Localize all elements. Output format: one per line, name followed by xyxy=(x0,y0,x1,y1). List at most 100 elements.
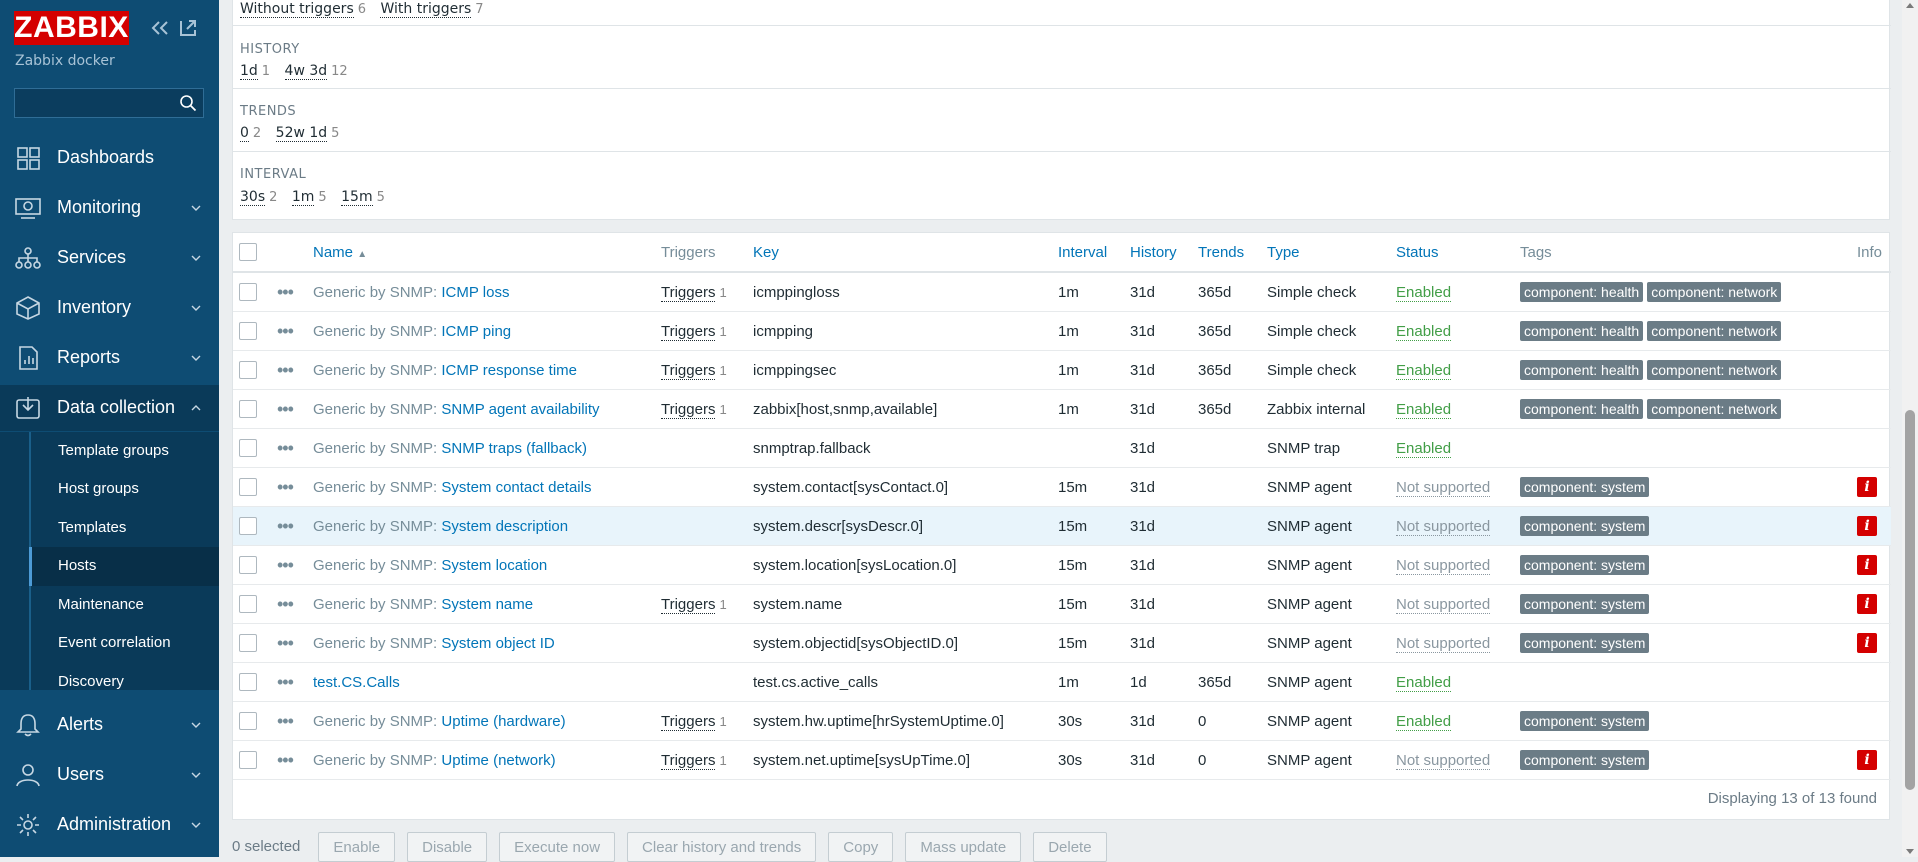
scroll-down-arrow[interactable] xyxy=(1906,849,1914,854)
subfilter-interval-value[interactable]: 15m xyxy=(341,189,373,206)
row-checkbox[interactable] xyxy=(239,322,257,341)
column-header-status[interactable]: Status xyxy=(1390,233,1514,273)
more-options-icon[interactable]: ••• xyxy=(277,282,294,302)
tag-badge[interactable]: component: system xyxy=(1520,594,1650,614)
tag-badge[interactable]: component: health xyxy=(1520,399,1644,419)
search-icon[interactable] xyxy=(179,94,197,112)
submenu-item-hosts[interactable]: Hosts xyxy=(29,547,219,586)
item-name-link[interactable]: ICMP ping xyxy=(441,323,511,340)
more-options-icon[interactable]: ••• xyxy=(277,711,294,731)
clear-history-button[interactable]: Clear history and trends xyxy=(627,832,817,862)
info-icon[interactable]: i xyxy=(1857,516,1877,536)
column-header-trends[interactable]: Trends xyxy=(1192,233,1261,273)
row-checkbox[interactable] xyxy=(239,361,257,380)
tag-badge[interactable]: component: network xyxy=(1647,282,1782,302)
menu-item-dashboards[interactable]: Dashboards xyxy=(0,135,219,181)
status-toggle[interactable]: Not supported xyxy=(1396,478,1491,497)
triggers-link[interactable]: Triggers xyxy=(661,400,716,419)
status-toggle[interactable]: Enabled xyxy=(1396,361,1452,380)
page-scrollbar[interactable] xyxy=(1902,0,1918,857)
subfilter-trends-value[interactable]: 52w 1d xyxy=(275,125,328,142)
template-link[interactable]: Generic by SNMP xyxy=(313,479,433,496)
item-name-link[interactable]: ICMP response time xyxy=(441,362,577,379)
row-checkbox[interactable] xyxy=(239,556,257,575)
triggers-link[interactable]: Triggers xyxy=(661,595,716,614)
triggers-link[interactable]: Triggers xyxy=(661,322,716,341)
enable-button[interactable]: Enable xyxy=(318,832,396,862)
status-toggle[interactable]: Not supported xyxy=(1396,517,1491,536)
row-checkbox[interactable] xyxy=(239,712,257,731)
template-link[interactable]: Generic by SNMP xyxy=(313,752,433,769)
menu-item-inventory[interactable]: Inventory xyxy=(0,285,219,331)
scroll-up-arrow[interactable] xyxy=(1906,3,1914,8)
scrollbar-thumb[interactable] xyxy=(1905,410,1915,790)
status-toggle[interactable]: Not supported xyxy=(1396,556,1491,575)
row-checkbox[interactable] xyxy=(239,751,257,770)
info-icon[interactable]: i xyxy=(1857,555,1877,575)
tag-badge[interactable]: component: system xyxy=(1520,555,1650,575)
subfilter-interval-value[interactable]: 1m xyxy=(291,189,315,206)
column-header-name[interactable]: Name ▲ xyxy=(307,233,655,273)
template-link[interactable]: Generic by SNMP xyxy=(313,401,433,418)
more-options-icon[interactable]: ••• xyxy=(277,594,294,614)
item-name-link[interactable]: Uptime (hardware) xyxy=(441,713,565,730)
menu-item-services[interactable]: Services xyxy=(0,235,219,281)
item-name-link[interactable]: Uptime (network) xyxy=(441,752,555,769)
menu-item-data-collection[interactable]: Data collection xyxy=(0,385,219,431)
subfilter-history-value[interactable]: 4w 3d xyxy=(284,63,328,80)
status-toggle[interactable]: Enabled xyxy=(1396,439,1452,458)
item-name-link[interactable]: System location xyxy=(441,557,547,574)
tag-badge[interactable]: component: network xyxy=(1647,321,1782,341)
menu-item-monitoring[interactable]: Monitoring xyxy=(0,185,219,231)
column-header-history[interactable]: History xyxy=(1124,233,1192,273)
status-toggle[interactable]: Enabled xyxy=(1396,283,1452,302)
search-input[interactable] xyxy=(15,89,187,117)
info-icon[interactable]: i xyxy=(1857,633,1877,653)
template-link[interactable]: Generic by SNMP xyxy=(313,440,433,457)
tag-badge[interactable]: component: network xyxy=(1647,360,1782,380)
more-options-icon[interactable]: ••• xyxy=(277,516,294,536)
item-name-link[interactable]: SNMP traps (fallback) xyxy=(441,440,587,457)
copy-button[interactable]: Copy xyxy=(828,832,894,862)
tag-badge[interactable]: component: health xyxy=(1520,321,1644,341)
row-checkbox[interactable] xyxy=(239,634,257,653)
status-toggle[interactable]: Enabled xyxy=(1396,712,1452,731)
subfilter-without-triggers[interactable]: Without triggers xyxy=(240,1,354,18)
submenu-item-template-groups[interactable]: Template groups xyxy=(29,432,219,471)
execute-now-button[interactable]: Execute now xyxy=(499,832,616,862)
tag-badge[interactable]: component: system xyxy=(1520,750,1650,770)
select-all-checkbox[interactable] xyxy=(239,243,257,262)
tag-badge[interactable]: component: health xyxy=(1520,282,1644,302)
more-options-icon[interactable]: ••• xyxy=(277,438,294,458)
column-header-key[interactable]: Key xyxy=(747,233,1052,273)
row-checkbox[interactable] xyxy=(239,517,257,536)
template-link[interactable]: Generic by SNMP xyxy=(313,557,433,574)
info-icon[interactable]: i xyxy=(1857,477,1877,497)
template-link[interactable]: Generic by SNMP xyxy=(313,713,433,730)
tag-badge[interactable]: component: system xyxy=(1520,711,1650,731)
triggers-link[interactable]: Triggers xyxy=(661,283,716,302)
triggers-link[interactable]: Triggers xyxy=(661,361,716,380)
submenu-item-maintenance[interactable]: Maintenance xyxy=(29,586,219,625)
submenu-item-templates[interactable]: Templates xyxy=(29,509,219,548)
tag-badge[interactable]: component: network xyxy=(1647,399,1782,419)
status-toggle[interactable]: Not supported xyxy=(1396,751,1491,770)
menu-item-administration[interactable]: Administration xyxy=(0,802,219,848)
template-link[interactable]: Generic by SNMP xyxy=(313,323,433,340)
zabbix-logo[interactable]: ZABBIX xyxy=(14,11,129,45)
info-icon[interactable]: i xyxy=(1857,750,1877,770)
tag-badge[interactable]: component: system xyxy=(1520,477,1650,497)
item-name-link[interactable]: ICMP loss xyxy=(441,284,509,301)
menu-item-alerts[interactable]: Alerts xyxy=(0,702,219,748)
row-checkbox[interactable] xyxy=(239,400,257,419)
template-link[interactable]: Generic by SNMP xyxy=(313,284,433,301)
delete-button[interactable]: Delete xyxy=(1033,832,1107,862)
row-checkbox[interactable] xyxy=(239,283,257,302)
collapse-sidebar-icon[interactable] xyxy=(150,18,172,38)
submenu-item-host-groups[interactable]: Host groups xyxy=(29,470,219,509)
tag-badge[interactable]: component: system xyxy=(1520,633,1650,653)
menu-item-reports[interactable]: Reports xyxy=(0,335,219,381)
status-toggle[interactable]: Enabled xyxy=(1396,673,1452,692)
submenu-item-event-correlation[interactable]: Event correlation xyxy=(29,624,219,663)
template-link[interactable]: Generic by SNMP xyxy=(313,518,433,535)
